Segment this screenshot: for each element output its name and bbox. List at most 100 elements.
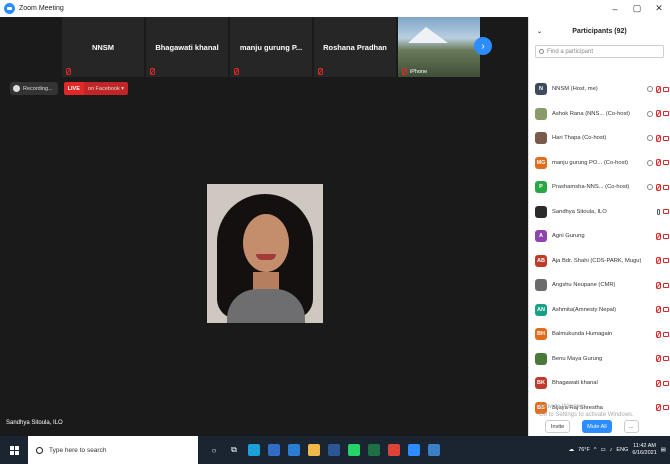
video-off-icon (663, 160, 669, 166)
video-off-icon (663, 380, 669, 386)
notifications-icon[interactable]: ▤ (661, 447, 666, 453)
show-hidden-icon[interactable]: ^ (594, 447, 597, 453)
live-stream-badge[interactable]: LIVE on Facebook ▾ (63, 82, 128, 95)
live-label: LIVE (63, 82, 84, 95)
video-tile[interactable]: Roshana Pradhan (314, 17, 396, 77)
more-button[interactable]: ... (623, 420, 639, 433)
participant-search-input[interactable]: Find a participant (535, 45, 664, 58)
mic-muted-icon (656, 159, 661, 167)
mic-muted-icon (656, 355, 661, 363)
minimize-button[interactable]: – (604, 0, 626, 17)
tile-name: manju gurung P... (239, 42, 303, 52)
participant-name: Ashok Rana (NNS... (Co-host) (552, 110, 630, 117)
participant-row[interactable]: BH Balmukunda Humagain (529, 322, 670, 347)
tile-name: NNSM (91, 42, 115, 52)
participant-row[interactable]: Ashok Rana (NNS... (Co-host) (529, 102, 670, 127)
avatar: AB (535, 254, 547, 267)
temperature[interactable]: 76°F (578, 447, 590, 453)
video-tile[interactable]: NNSM (62, 17, 144, 77)
taskbar-search[interactable]: Type here to search (28, 436, 198, 464)
video-tile[interactable]: iPhone (398, 17, 480, 77)
participant-name: manju gurung PO... (Co-host) (552, 159, 629, 166)
participant-row[interactable]: MG manju gurung PO... (Co-host) (529, 151, 670, 176)
word-icon[interactable] (328, 444, 340, 456)
network-icon[interactable]: ▭ (600, 447, 605, 453)
screen-share-icon (647, 184, 653, 191)
participant-row[interactable]: AB Aja Bdr. Shahi (CDS-PARK, Mugu) (529, 249, 670, 274)
participant-row[interactable]: AN Ashmita(Amnesty Nepal) (529, 298, 670, 323)
participant-row[interactable]: Benu Maya Gurung (529, 347, 670, 372)
mic-muted-icon (401, 68, 407, 75)
participant-row[interactable]: P Prashamsha-NNS... (Co-host) (529, 175, 670, 200)
avatar: P (535, 181, 547, 194)
activate-windows-watermark: Activate Windows Go to Settings to activ… (539, 404, 634, 418)
participant-row[interactable]: BK Bhagawati khanal (529, 371, 670, 396)
window-controls: – ▢ ✕ (604, 0, 670, 17)
photos-icon[interactable] (428, 444, 440, 456)
avatar (535, 132, 547, 145)
whatsapp-icon[interactable] (348, 444, 360, 456)
video-off-icon (663, 307, 669, 313)
video-off-icon (663, 356, 669, 362)
recording-label: Recording... (23, 85, 53, 92)
participant-name: Hari Thapa (Co-host) (552, 135, 607, 142)
collapse-chevron-icon[interactable]: ⌄ (537, 28, 542, 35)
screen-share-icon (647, 86, 653, 93)
cortana-icon[interactable]: ○ (208, 444, 220, 456)
footer-buttons: Invite Mute All ... (545, 420, 639, 433)
edge-icon[interactable] (248, 444, 260, 456)
participants-footer: Activate Windows Go to Settings to activ… (529, 400, 670, 436)
participant-name: Angshu Neupane (CMR) (552, 282, 616, 289)
search-icon (539, 49, 544, 54)
participant-name: NNSM (Host, me) (552, 86, 598, 93)
mic-muted-icon (656, 85, 661, 93)
avatar (535, 205, 547, 218)
taskbar-apps: ○ ⧉ (208, 444, 440, 456)
recording-indicator[interactable]: Recording... (10, 82, 58, 95)
video-off-icon (663, 331, 669, 337)
next-page-button[interactable]: › (474, 37, 492, 55)
file-explorer-icon[interactable] (308, 444, 320, 456)
participant-row[interactable]: Angshu Neupane (CMR) (529, 273, 670, 298)
system-tray: ☁ 76°F ^ ▭ ♪ ENG 11:42 AM 6/16/2021 ▤ (569, 436, 670, 464)
mic-muted-icon (656, 183, 661, 191)
start-button[interactable] (0, 436, 28, 464)
task-view-icon[interactable]: ⧉ (228, 444, 240, 456)
volume-icon[interactable]: ♪ (610, 447, 613, 453)
zoom-icon[interactable] (408, 444, 420, 456)
search-placeholder: Find a participant (547, 48, 594, 55)
clock[interactable]: 11:42 AM 6/16/2021 (632, 443, 656, 457)
video-tile[interactable]: manju gurung P... (230, 17, 312, 77)
participant-name: Sandhya Sitoula, ILO (552, 208, 607, 215)
participant-row[interactable]: Sandhya Sitoula, ILO (529, 200, 670, 225)
participant-name: Agni Gurung (552, 233, 585, 240)
maximize-button[interactable]: ▢ (626, 0, 648, 17)
avatar (535, 279, 547, 292)
mail-icon[interactable] (268, 444, 280, 456)
participant-row[interactable]: Hari Thapa (Co-host) (529, 126, 670, 151)
avatar (535, 352, 547, 365)
excel-icon[interactable] (368, 444, 380, 456)
screen-share-icon (647, 135, 653, 142)
video-off-icon (663, 86, 669, 92)
mute-all-button[interactable]: Mute All (582, 420, 612, 433)
participant-row[interactable]: A Agni Gurung (529, 224, 670, 249)
video-tile[interactable]: Bhagawati khanal (146, 17, 228, 77)
mountain-image (408, 27, 448, 43)
avatar: AN (535, 303, 547, 316)
video-off-icon (663, 184, 669, 190)
language-indicator[interactable]: ENG (616, 447, 628, 453)
chrome-icon[interactable] (388, 444, 400, 456)
speaker-name: Sandhya Sitoula, ILO (6, 420, 63, 426)
participant-row[interactable]: N NNSM (Host, me) (529, 77, 670, 102)
store-icon[interactable] (288, 444, 300, 456)
avatar: BH (535, 328, 547, 341)
video-off-icon (663, 258, 669, 264)
close-button[interactable]: ✕ (648, 0, 670, 17)
mic-muted-icon (656, 281, 661, 289)
invite-button[interactable]: Invite (545, 420, 571, 433)
window-titlebar: Zoom Meeting – ▢ ✕ (0, 0, 670, 17)
window-title: Zoom Meeting (19, 5, 64, 12)
recording-bar: Recording... LIVE on Facebook ▾ (10, 82, 128, 95)
mic-muted-icon (317, 68, 323, 75)
